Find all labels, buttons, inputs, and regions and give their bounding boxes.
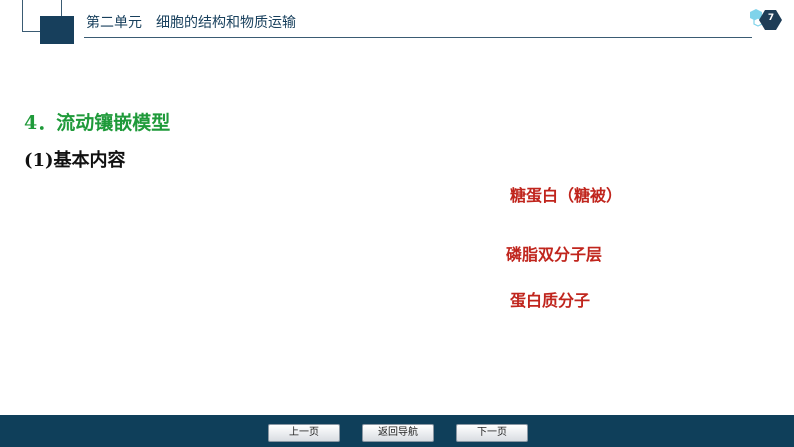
section-heading: 4．流动镶嵌模型 bbox=[24, 112, 171, 134]
page-number: 7 bbox=[767, 13, 775, 23]
label-glycoprotein: 糖蛋白（糖被） bbox=[510, 186, 623, 205]
prev-page-button[interactable]: 上一页 bbox=[268, 424, 340, 442]
label-phospholipid-bilayer: 磷脂双分子层 bbox=[506, 245, 603, 264]
label-protein-molecule: 蛋白质分子 bbox=[510, 291, 591, 310]
next-page-button[interactable]: 下一页 bbox=[456, 424, 528, 442]
slide-header: 第二单元 细胞的结构和物质运输 7 bbox=[0, 0, 794, 50]
unit-title: 第二单元 细胞的结构和物质运输 bbox=[86, 15, 296, 31]
logo-block bbox=[40, 16, 74, 44]
back-to-nav-button[interactable]: 返回导航 bbox=[362, 424, 434, 442]
header-divider bbox=[84, 37, 752, 38]
section-subheading: (1)基本内容 bbox=[24, 150, 126, 171]
